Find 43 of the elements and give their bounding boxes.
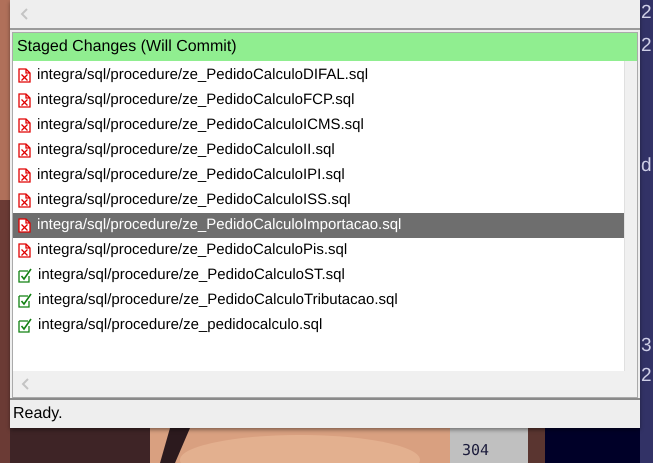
deleted-file-icon xyxy=(18,93,31,108)
file-path: integra/sql/procedure/ze_PedidoCalculoFCP.sql xyxy=(37,90,354,110)
file-path: integra/sql/procedure/ze_PedidoCalculoICMS.sql xyxy=(37,115,364,136)
file-list-item[interactable]: integra/sql/procedure/ze_PedidoCalculoII.sql xyxy=(13,138,624,163)
file-list-item[interactable]: integra/sql/procedure/ze_PedidoCalculoPis.sql xyxy=(13,238,624,263)
code-fragment: 2 xyxy=(641,35,652,57)
file-list-item[interactable]: integra/sql/procedure/ze_pedidocalculo.sql xyxy=(13,313,624,338)
file-path: integra/sql/procedure/ze_PedidoCalculoTributacao.sql xyxy=(38,290,398,310)
code-fragment: 2 xyxy=(641,365,652,387)
checked-file-icon xyxy=(18,268,32,283)
deleted-file-icon xyxy=(18,68,31,83)
chevron-left-icon[interactable] xyxy=(20,8,28,20)
file-list-item[interactable]: integra/sql/procedure/ze_PedidoCalculoISS.sql xyxy=(13,188,624,213)
chevron-left-icon[interactable] xyxy=(21,378,29,390)
file-path: integra/sql/procedure/ze_PedidoCalculoImportacao.sql xyxy=(37,215,402,236)
file-path: integra/sql/procedure/ze_PedidoCalculoIPI.sql xyxy=(37,165,345,186)
checked-file-icon xyxy=(18,293,32,308)
file-path: integra/sql/procedure/ze_PedidoCalculoPis.sql xyxy=(37,240,348,260)
file-list-item[interactable]: integra/sql/procedure/ze_PedidoCalculoDIFAL.sql xyxy=(13,63,624,88)
deleted-file-icon xyxy=(18,118,31,133)
deleted-file-icon xyxy=(18,143,31,158)
code-fragment: 3 xyxy=(641,335,652,357)
deleted-file-icon xyxy=(18,193,31,208)
code-fragment: 2 xyxy=(641,2,652,24)
file-list-item[interactable]: integra/sql/procedure/ze_PedidoCalculoFCP.sql xyxy=(13,88,624,113)
status-text: Ready. xyxy=(13,404,63,424)
file-list-item[interactable]: integra/sql/procedure/ze_PedidoCalculoIPI.sql xyxy=(13,163,624,188)
checked-file-icon xyxy=(18,318,32,333)
file-path: integra/sql/procedure/ze_PedidoCalculoST.sql xyxy=(38,265,345,286)
line-number: 304 xyxy=(462,441,490,459)
file-list-item[interactable]: integra/sql/procedure/ze_PedidoCalculoImportacao.sql xyxy=(13,213,624,238)
file-path: integra/sql/procedure/ze_pedidocalculo.sql xyxy=(38,315,322,336)
deleted-file-icon xyxy=(18,243,31,258)
deleted-file-icon xyxy=(18,218,31,233)
deleted-file-icon xyxy=(18,168,31,183)
file-path: integra/sql/procedure/ze_PedidoCalculoDIFAL.sql xyxy=(37,65,368,86)
file-list-item[interactable]: integra/sql/procedure/ze_PedidoCalculoICMS.sql xyxy=(13,113,624,138)
file-path: integra/sql/procedure/ze_PedidoCalculoISS.sql xyxy=(37,190,351,210)
panel-title: Staged Changes (Will Commit) xyxy=(17,37,237,57)
file-path: integra/sql/procedure/ze_PedidoCalculoII.sql xyxy=(37,140,335,160)
file-list-item[interactable]: integra/sql/procedure/ze_PedidoCalculoST.sql xyxy=(13,263,624,288)
file-list-item[interactable]: integra/sql/procedure/ze_PedidoCalculoTributacao.sql xyxy=(13,288,624,313)
code-fragment: d xyxy=(641,155,652,177)
